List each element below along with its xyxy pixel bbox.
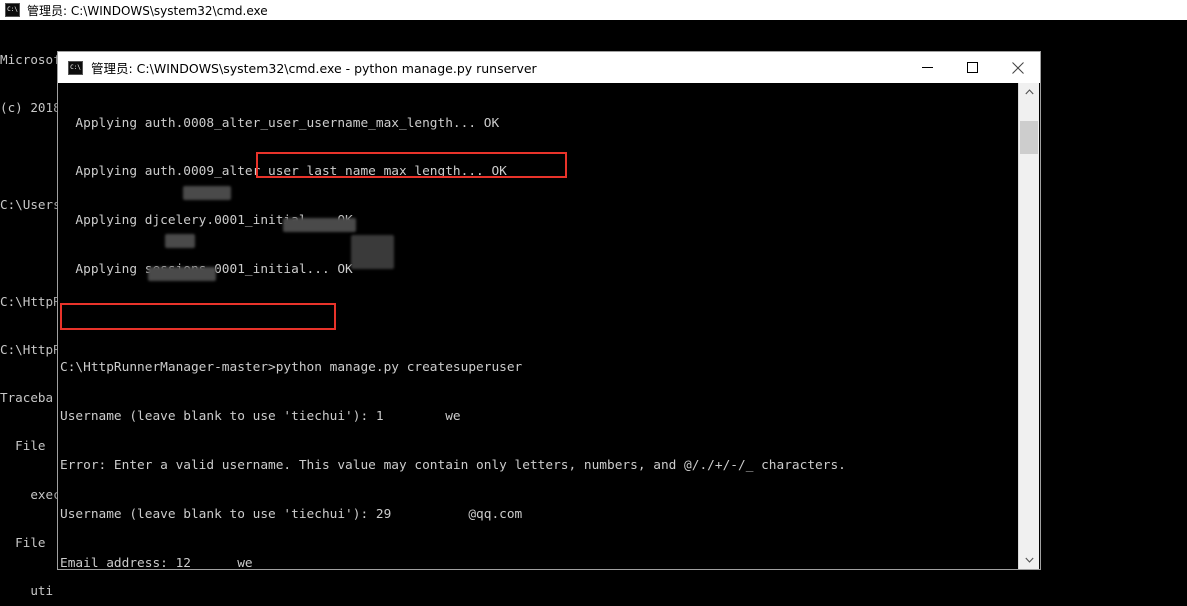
maximize-button[interactable] (950, 53, 995, 83)
cmd-icon: C:\ (68, 60, 83, 75)
foreground-console-output: Applying auth.0008_alter_user_username_m… (59, 83, 1019, 568)
minimize-icon (922, 67, 933, 68)
console-line: Username (leave blank to use 'tiechui'):… (60, 408, 461, 424)
console-line-createsuperuser: C:\HttpRunnerManager-master>python manag… (60, 360, 523, 376)
close-icon (1011, 61, 1024, 74)
console-line: Email address: 12 we (60, 555, 253, 568)
cmd-icon: C:\ (5, 3, 20, 17)
console-line: Applying sessions.0001_initial... OK (60, 262, 353, 278)
console-line: Applying auth.0009_alter_user_last_name_… (60, 164, 507, 180)
close-button[interactable] (995, 53, 1040, 83)
console-line: Error: Enter a valid username. This valu… (60, 457, 846, 473)
foreground-window-title: 管理员: C:\WINDOWS\system32\cmd.exe - pytho… (91, 61, 537, 76)
scrollbar-up-button[interactable] (1019, 83, 1039, 101)
maximize-icon (967, 62, 978, 73)
scrollbar-thumb[interactable] (1020, 121, 1038, 154)
console-line: Applying djcelery.0001_initial... OK (60, 213, 353, 229)
chevron-up-icon (1024, 89, 1034, 95)
chevron-down-icon (1024, 557, 1034, 563)
console-line: Username (leave blank to use 'tiechui'):… (60, 506, 523, 522)
scrollbar-down-button[interactable] (1019, 551, 1039, 569)
console-line: uti (0, 583, 933, 599)
console-scrollbar[interactable] (1018, 83, 1039, 569)
background-window-titlebar[interactable]: C:\ 管理员: C:\WINDOWS\system32\cmd.exe (0, 0, 1187, 20)
foreground-window-titlebar[interactable]: C:\ 管理员: C:\WINDOWS\system32\cmd.exe - p… (58, 52, 1040, 83)
background-window-title: 管理员: C:\WINDOWS\system32\cmd.exe (27, 3, 268, 18)
console-line: Applying auth.0008_alter_user_username_m… (60, 115, 500, 131)
scrollbar-track[interactable] (1019, 101, 1039, 551)
foreground-console-window[interactable]: C:\ 管理员: C:\WINDOWS\system32\cmd.exe - p… (57, 51, 1041, 570)
titlebar-left-group: C:\ 管理员: C:\WINDOWS\system32\cmd.exe - p… (58, 58, 905, 77)
minimize-button[interactable] (905, 53, 950, 83)
